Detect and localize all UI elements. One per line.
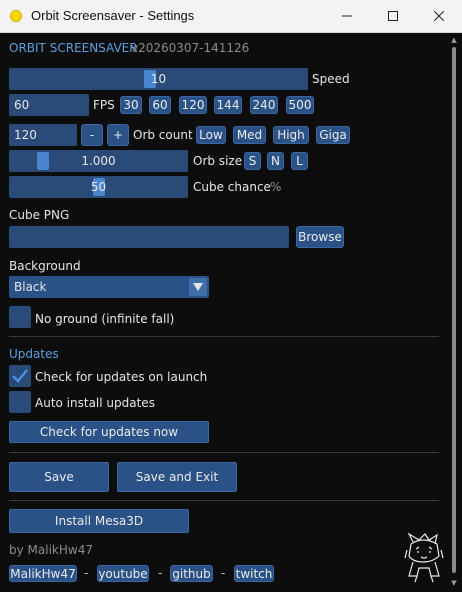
orb-size-slider[interactable]: 1.000 (9, 150, 188, 172)
checkmark-icon (12, 369, 28, 383)
fps-preset-500[interactable]: 500 (286, 96, 314, 114)
fps-preset-120[interactable]: 120 (179, 96, 207, 114)
background-label: Background (9, 259, 81, 273)
auto-install-checkbox[interactable] (9, 391, 31, 413)
divider (9, 500, 439, 501)
speed-slider[interactable]: 10 (9, 68, 308, 90)
orb-size-preset-l[interactable]: L (291, 152, 308, 170)
no-ground-checkbox[interactable] (9, 306, 31, 328)
check-for-updates-button[interactable]: Check for updates now (9, 421, 209, 443)
mascot-image (404, 532, 444, 583)
orb-count-preset-giga[interactable]: Giga (316, 126, 350, 144)
link-separator: - (221, 566, 226, 580)
app-icon (10, 10, 22, 22)
app-name: ORBIT SCREENSAVER (9, 41, 138, 55)
speed-value: 10 (150, 72, 167, 86)
orb-size-label: Orb size (193, 154, 243, 168)
orb-count-increment-button[interactable]: + (107, 124, 129, 146)
maximize-button[interactable] (370, 0, 416, 32)
chevron-down-icon (189, 278, 207, 296)
vertical-scrollbar[interactable]: ▲ ▼ (447, 33, 461, 591)
link-github[interactable]: github (170, 565, 213, 582)
check-on-launch-checkbox[interactable] (9, 365, 31, 387)
cube-chance-label: Cube chance (193, 180, 271, 194)
orb-count-input[interactable]: 120 (9, 124, 77, 146)
cube-chance-value: 50 (90, 180, 107, 194)
close-icon (434, 11, 444, 21)
background-select[interactable]: Black (9, 276, 209, 298)
install-mesa3d-button[interactable]: Install Mesa3D (9, 509, 189, 533)
orb-size-value: 1.000 (81, 154, 116, 168)
save-button[interactable]: Save (9, 462, 109, 492)
fps-input[interactable]: 60 (9, 94, 89, 116)
orb-count-preset-low[interactable]: Low (196, 126, 226, 144)
cube-chance-slider[interactable]: 50 (9, 176, 188, 198)
divider (9, 452, 439, 453)
orb-size-preset-s[interactable]: S (244, 152, 261, 170)
link-malikhw47[interactable]: MalikHw47 (9, 565, 77, 582)
fps-preset-144[interactable]: 144 (214, 96, 242, 114)
fps-preset-30[interactable]: 30 (120, 96, 142, 114)
divider (9, 336, 439, 337)
cube-png-label: Cube PNG (9, 208, 70, 222)
link-separator: - (158, 566, 163, 580)
orb-count-decrement-button[interactable]: - (81, 124, 103, 146)
orb-size-preset-n[interactable]: N (267, 152, 284, 170)
updates-section-title: Updates (9, 347, 59, 361)
auto-install-label: Auto install updates (35, 396, 155, 410)
window-title: Orbit Screensaver - Settings (31, 8, 195, 23)
fps-preset-240[interactable]: 240 (250, 96, 278, 114)
close-button[interactable] (416, 0, 462, 32)
orb-count-preset-med[interactable]: Med (233, 126, 266, 144)
scroll-up-icon[interactable]: ▲ (450, 36, 458, 44)
fps-label: FPS (93, 98, 115, 112)
orb-count-preset-high[interactable]: High (273, 126, 309, 144)
author-credit: by MalikHw47 (9, 543, 93, 557)
maximize-icon (388, 11, 398, 21)
scrollbar-thumb[interactable] (452, 47, 456, 573)
cube-chance-unit: % (270, 180, 282, 194)
background-selected-value: Black (14, 280, 47, 294)
orb-count-label: Orb count (133, 128, 193, 142)
minimize-button[interactable] (324, 0, 370, 32)
minimize-icon (342, 15, 352, 17)
title-bar: Orbit Screensaver - Settings (0, 0, 462, 33)
scroll-down-icon[interactable]: ▼ (450, 579, 458, 587)
version-label: v20260307-141126 (131, 41, 250, 55)
settings-panel: ORBIT SCREENSAVER v20260307-141126 10 Sp… (1, 33, 447, 591)
speed-label: Speed (312, 72, 350, 86)
fps-preset-60[interactable]: 60 (149, 96, 171, 114)
browse-button[interactable]: Browse (296, 226, 344, 248)
save-and-exit-button[interactable]: Save and Exit (117, 462, 237, 492)
link-separator: - (84, 566, 89, 580)
check-on-launch-label: Check for updates on launch (35, 370, 208, 384)
link-youtube[interactable]: youtube (97, 565, 149, 582)
link-twitch[interactable]: twitch (234, 565, 274, 582)
cube-png-path-input[interactable] (9, 226, 289, 248)
no-ground-label: No ground (infinite fall) (35, 312, 175, 326)
